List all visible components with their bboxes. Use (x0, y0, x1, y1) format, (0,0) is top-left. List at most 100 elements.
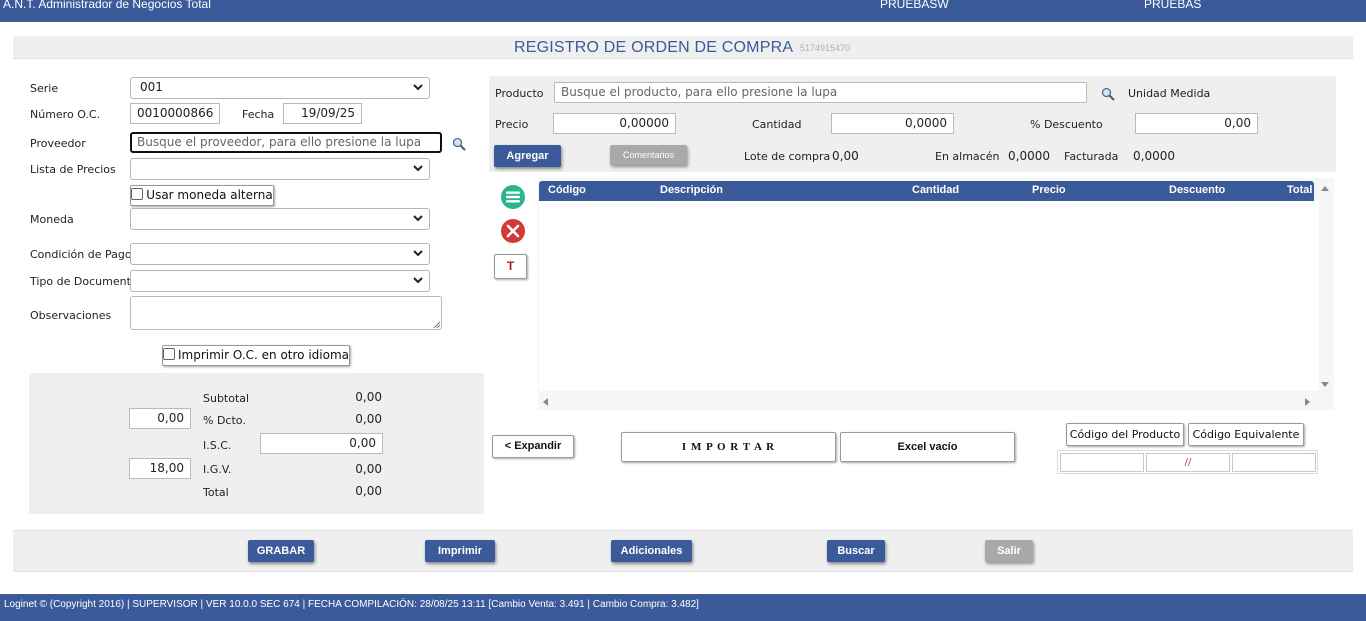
proveedor-input[interactable]: Busque el proveedor, para ello presione … (130, 132, 442, 153)
scroll-right-icon[interactable] (1304, 397, 1312, 407)
app-title: A.N.T. Administrador de Negocios Total (3, 0, 211, 11)
codigo-producto-button[interactable]: Código del Producto (1066, 423, 1184, 446)
moneda-label: Moneda (30, 213, 74, 226)
precio-input[interactable]: 0,00000 (553, 113, 676, 134)
search-icon[interactable] (1101, 87, 1115, 101)
dcto-label: % Dcto. (203, 414, 246, 427)
igv-value: 0,00 (355, 462, 382, 476)
proveedor-label: Proveedor (30, 137, 86, 150)
observaciones-label: Observaciones (30, 309, 112, 322)
column-cantidad[interactable]: Cantidad (912, 184, 959, 196)
comentarios-button[interactable]: Comentarios (610, 145, 687, 165)
top-bar: A.N.T. Administrador de Negocios Total P… (0, 0, 1366, 22)
excel-vacio-button[interactable]: Excel vacío (840, 432, 1015, 462)
filter-date-field[interactable]: // (1146, 453, 1230, 472)
adicionales-button[interactable]: Adicionales (611, 540, 692, 562)
list-icon[interactable] (500, 184, 526, 210)
serie-label: Serie (30, 82, 59, 95)
page-code: 5174915470 (800, 43, 851, 53)
tipo-doc-select[interactable] (130, 270, 430, 292)
usar-moneda-label: Usar moneda alterna (146, 188, 273, 202)
column-descuento[interactable]: Descuento (1169, 184, 1225, 196)
importar-button[interactable]: I M P O R T A R (621, 432, 836, 462)
precio-label: Precio (495, 118, 529, 131)
subtotal-value: 0,00 (355, 390, 382, 404)
unidad-medida-label: Unidad Medida (1128, 87, 1211, 100)
usar-moneda-checkbox[interactable]: Usar moneda alterna (130, 185, 274, 206)
agregar-button[interactable]: Agregar (494, 145, 561, 167)
fecha-label: Fecha (242, 108, 275, 121)
page-title: REGISTRO DE ORDEN DE COMPRA (514, 39, 794, 56)
delete-icon[interactable] (500, 218, 526, 244)
serie-select[interactable]: 001 (130, 77, 430, 99)
status-bar: Loginet © (Copyright 2016) | SUPERVISOR … (0, 594, 1366, 621)
condicion-label: Condición de Pago (30, 248, 132, 261)
search-icon[interactable] (452, 137, 466, 151)
chevron-down-icon (413, 277, 423, 284)
lista-precios-label: Lista de Precios (30, 163, 116, 176)
facturada-value: 0,0000 (1133, 149, 1175, 163)
column-descripcion[interactable]: Descripción (660, 184, 723, 196)
grabar-button[interactable]: GRABAR (248, 540, 314, 562)
expandir-button[interactable]: < Expandir (492, 435, 574, 458)
serie-value: 001 (140, 80, 163, 94)
descuento-label: % Descuento (1030, 118, 1103, 131)
resize-handle-icon[interactable] (433, 321, 441, 329)
grid-header: Código Descripción Cantidad Precio Descu… (539, 181, 1314, 201)
column-codigo[interactable]: Código (548, 184, 586, 196)
chevron-down-icon (413, 84, 423, 91)
almacen-label: En almacén (935, 150, 1000, 163)
filter-field-1[interactable] (1060, 453, 1144, 472)
facturada-label: Facturada (1064, 150, 1119, 163)
text-tool-button[interactable]: T (494, 254, 527, 279)
chevron-down-icon (413, 250, 423, 257)
numero-input[interactable]: 0010000866 (130, 103, 220, 124)
producto-placeholder: Busque el producto, para ello presione l… (561, 85, 838, 99)
codigo-equivalente-button[interactable]: Código Equivalente (1188, 423, 1304, 446)
descuento-input[interactable]: 0,00 (1135, 113, 1258, 134)
isc-label: I.S.C. (203, 439, 232, 452)
imprimir-button[interactable]: Imprimir (425, 540, 495, 562)
lote-label: Lote de compra (744, 150, 831, 163)
total-label: Total (203, 486, 229, 499)
user-name: PRUEBAS (1144, 0, 1202, 11)
checkbox-box[interactable] (131, 188, 144, 200)
lista-precios-select[interactable] (130, 158, 430, 180)
dcto-input[interactable]: 0,00 (129, 408, 191, 429)
condicion-select[interactable] (130, 243, 430, 265)
moneda-select[interactable] (130, 208, 430, 230)
chevron-down-icon (413, 215, 423, 222)
isc-input[interactable]: 0,00 (260, 433, 383, 454)
observaciones-textarea[interactable] (130, 296, 442, 330)
scroll-up-icon[interactable] (1320, 184, 1330, 192)
lote-value: 0,00 (832, 149, 859, 163)
producto-label: Producto (495, 87, 544, 100)
imprimir-idioma-checkbox[interactable]: Imprimir O.C. en otro idioma (162, 345, 350, 366)
proveedor-placeholder: Busque el proveedor, para ello presione … (137, 135, 422, 149)
filter-field-3[interactable] (1232, 453, 1316, 472)
scroll-left-icon[interactable] (541, 397, 549, 407)
almacen-value: 0,0000 (1008, 149, 1050, 163)
status-text: Loginet © (Copyright 2016) | SUPERVISOR … (4, 599, 699, 610)
column-precio[interactable]: Precio (1032, 184, 1066, 196)
checkbox-box[interactable] (163, 348, 175, 360)
numero-label: Número O.C. (30, 108, 101, 121)
imprimir-idioma-label: Imprimir O.C. en otro idioma (178, 348, 350, 362)
company-name: PRUEBASW (880, 0, 949, 11)
tipo-doc-label: Tipo de Documento (30, 275, 138, 288)
igv-label: I.G.V. (203, 463, 232, 476)
dcto-value: 0,00 (355, 412, 382, 426)
column-total[interactable]: Total (1287, 184, 1312, 196)
grid-body[interactable] (539, 201, 1319, 391)
fecha-input[interactable]: 19/09/25 (283, 103, 362, 124)
producto-input[interactable]: Busque el producto, para ello presione l… (554, 82, 1087, 103)
filter-fields: // (1057, 450, 1318, 474)
chevron-down-icon (413, 165, 423, 172)
igv-input[interactable]: 18,00 (129, 458, 191, 479)
buscar-button[interactable]: Buscar (827, 540, 885, 562)
cantidad-label: Cantidad (752, 118, 802, 131)
salir-button[interactable]: Salir (985, 540, 1033, 562)
scroll-down-icon[interactable] (1320, 381, 1330, 389)
cantidad-input[interactable]: 0,0000 (831, 113, 954, 134)
subtotal-label: Subtotal (203, 392, 250, 405)
